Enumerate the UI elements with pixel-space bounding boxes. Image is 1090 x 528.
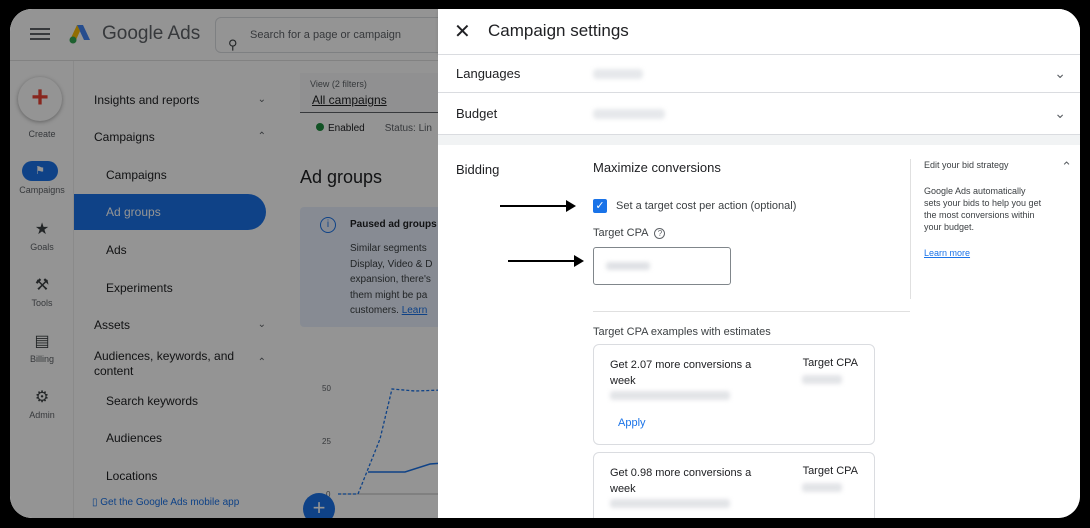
annotation-arrow-checkbox [500, 200, 576, 212]
target-cpa-label: Target CPA? [593, 227, 666, 239]
card-detail-blurred [610, 499, 730, 508]
chevron-down-icon: ⌄ [1054, 65, 1066, 81]
help-icon[interactable]: ? [654, 228, 666, 239]
cpa-example-card: Get 2.07 more conversions a week Target … [593, 344, 875, 445]
target-cpa-input[interactable] [593, 247, 731, 285]
help-text: Google Ads automatically sets your bids … [924, 186, 1042, 232]
budget-label: Budget [456, 106, 498, 121]
languages-row[interactable]: Languages ⌄ [438, 55, 1080, 93]
bid-strategy-name: Maximize conversions [593, 160, 721, 175]
card-cpa-label: Target CPA [802, 465, 858, 477]
target-cpa-value-blurred [606, 262, 650, 270]
scrim-overlay [10, 9, 438, 518]
target-cpa-checkbox[interactable]: ✓ [593, 199, 607, 213]
target-cpa-label-text: Target CPA [593, 227, 649, 239]
section-gap [438, 135, 1080, 145]
examples-heading: Target CPA examples with estimates [593, 326, 771, 338]
card-detail-blurred [610, 391, 730, 400]
panel-title: Campaign settings [488, 21, 629, 40]
card-cpa-label: Target CPA [802, 357, 858, 369]
card-cpa-value-blurred [802, 483, 842, 492]
languages-label: Languages [456, 66, 521, 81]
budget-value-blurred [593, 109, 665, 119]
card-title: Get 2.07 more conversions a week [610, 359, 752, 387]
learn-more-link[interactable]: Learn more [924, 248, 970, 258]
chevron-up-icon[interactable]: ⌃ [1061, 159, 1072, 175]
card-title: Get 0.98 more conversions a week [610, 467, 752, 495]
close-icon[interactable]: ✕ [454, 19, 471, 44]
bid-strategy-help: Edit your bid strategy ⌃ Google Ads auto… [910, 159, 1080, 299]
languages-value-blurred [593, 69, 643, 79]
target-cpa-checkbox-label[interactable]: Set a target cost per action (optional) [616, 200, 796, 212]
apply-button[interactable]: Apply [618, 417, 646, 429]
divider [593, 311, 910, 312]
card-cpa-value-blurred [802, 375, 842, 384]
annotation-arrow-target-cpa [508, 255, 584, 267]
chevron-down-icon: ⌄ [1054, 105, 1066, 121]
budget-row[interactable]: Budget ⌄ [438, 93, 1080, 135]
cpa-example-card: Get 0.98 more conversions a week Target … [593, 452, 875, 518]
app-window: Google Ads ⚲ Search for a page or campai… [10, 9, 1080, 518]
bidding-label: Bidding [456, 162, 500, 177]
campaign-settings-panel: ✕ Campaign settings Languages ⌄ Budget ⌄… [438, 9, 1080, 518]
panel-header: ✕ Campaign settings [438, 9, 1080, 55]
help-title: Edit your bid strategy [924, 160, 1009, 170]
